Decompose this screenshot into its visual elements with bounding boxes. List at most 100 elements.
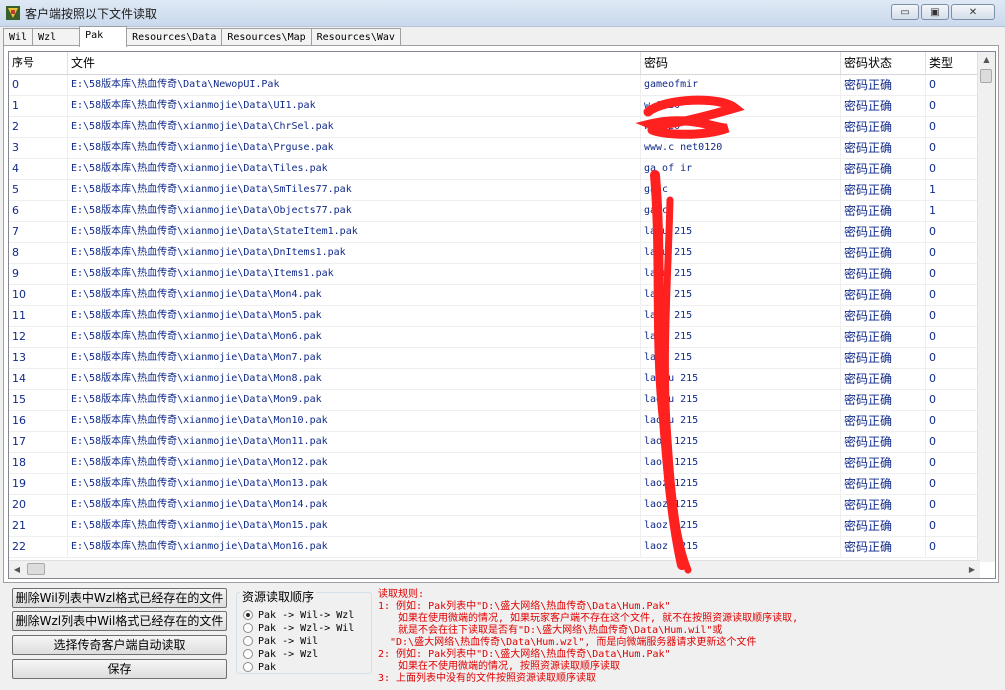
save-button[interactable]: 保存 bbox=[12, 659, 227, 679]
table-row[interactable]: 16 E:\58版本库\热血传奇\xianmojie\Data\Mon10.pak… bbox=[9, 411, 980, 432]
cell-index: 1 bbox=[9, 96, 68, 116]
vertical-scroll-thumb[interactable] bbox=[980, 69, 992, 83]
table-row[interactable]: 6 E:\58版本库\热血传奇\xianmojie\Data\Objects77.… bbox=[9, 201, 980, 222]
cell-type: 1 bbox=[926, 201, 980, 221]
cell-index: 22 bbox=[9, 537, 68, 557]
cell-file: E:\58版本库\热血传奇\xianmojie\Data\UI1.pak bbox=[68, 96, 641, 116]
cell-type: 0 bbox=[926, 117, 980, 137]
cell-status: 密码正确 bbox=[841, 327, 926, 347]
cell-password: la hu 215 bbox=[641, 369, 841, 389]
cell-password: la u 215 bbox=[641, 243, 841, 263]
column-index[interactable]: 序号 bbox=[9, 52, 68, 74]
cell-index: 5 bbox=[9, 180, 68, 200]
tab-resources-map[interactable]: Resources\Map bbox=[221, 28, 312, 46]
table-row[interactable]: 13 E:\58版本库\热血传奇\xianmojie\Data\Mon7.pak l… bbox=[9, 348, 980, 369]
auto-read-client-button[interactable]: 选择传奇客户端自动读取 bbox=[12, 635, 227, 655]
minimize-button[interactable]: ▭ bbox=[891, 4, 919, 20]
cell-file: E:\58版本库\热血传奇\Data\NewopUI.Pak bbox=[68, 75, 641, 95]
scroll-left-icon[interactable]: ◀ bbox=[9, 561, 25, 578]
cell-status: 密码正确 bbox=[841, 138, 926, 158]
column-file[interactable]: 文件 bbox=[68, 52, 641, 74]
cell-status: 密码正确 bbox=[841, 453, 926, 473]
list-rows: 0 E:\58版本库\热血传奇\Data\NewopUI.Pak gameofmir… bbox=[9, 75, 980, 558]
tab-resources-data[interactable]: Resources\Data bbox=[126, 28, 223, 46]
table-row[interactable]: 19 E:\58版本库\热血传奇\xianmojie\Data\Mon13.pak… bbox=[9, 474, 980, 495]
horizontal-scrollbar[interactable]: ◀ ▶ bbox=[9, 560, 980, 578]
cell-password: lao u 215 bbox=[641, 411, 841, 431]
radio-button-icon[interactable] bbox=[243, 610, 253, 620]
cell-type: 0 bbox=[926, 516, 980, 536]
radio-button-icon[interactable] bbox=[243, 623, 253, 633]
read-order-title: 资源读取顺序 bbox=[240, 588, 317, 605]
cell-file: E:\58版本库\热血传奇\xianmojie\Data\Items1.pak bbox=[68, 264, 641, 284]
cell-status: 密码正确 bbox=[841, 222, 926, 242]
read-order-option-label: Pak -> Wil bbox=[258, 635, 319, 647]
tab-resources-wav[interactable]: Resources\Wav bbox=[310, 28, 401, 46]
table-row[interactable]: 1 E:\58版本库\热血传奇\xianmojie\Data\UI1.pak w 0… bbox=[9, 96, 980, 117]
cell-type: 1 bbox=[926, 180, 980, 200]
table-row[interactable]: 7 E:\58版本库\热血传奇\xianmojie\Data\StateItem1… bbox=[9, 222, 980, 243]
delete-wil-duplicates-button[interactable]: 删除Wil列表中Wzl格式已经存在的文件 bbox=[12, 588, 227, 608]
cell-password: laoz 1215 bbox=[641, 432, 841, 452]
table-row[interactable]: 21 E:\58版本库\热血传奇\xianmojie\Data\Mon15.pak… bbox=[9, 516, 980, 537]
radio-button-icon[interactable] bbox=[243, 636, 253, 646]
read-order-option[interactable]: Pak -> Wil bbox=[243, 635, 318, 647]
table-row[interactable]: 15 E:\58版本库\热血传奇\xianmojie\Data\Mon9.pak l… bbox=[9, 390, 980, 411]
read-order-option-label: Pak -> Wzl bbox=[258, 648, 319, 660]
radio-button-icon[interactable] bbox=[243, 649, 253, 659]
delete-wzl-duplicates-button[interactable]: 删除Wzl列表中Wil格式已经存在的文件 bbox=[12, 611, 227, 631]
cell-type: 0 bbox=[926, 222, 980, 242]
file-list[interactable]: 序号 文件 密码 密码状态 类型 0 E:\58版本库\热血传奇\Data\New… bbox=[8, 51, 996, 579]
table-row[interactable]: 17 E:\58版本库\热血传奇\xianmojie\Data\Mon11.pak… bbox=[9, 432, 980, 453]
table-row[interactable]: 20 E:\58版本库\热血传奇\xianmojie\Data\Mon14.pak… bbox=[9, 495, 980, 516]
column-password[interactable]: 密码 bbox=[641, 52, 841, 74]
read-order-option[interactable]: Pak -> Wzl-> Wil bbox=[243, 622, 354, 634]
cell-index: 18 bbox=[9, 453, 68, 473]
read-order-option[interactable]: Pak -> Wzl bbox=[243, 648, 318, 660]
cell-status: 密码正确 bbox=[841, 75, 926, 95]
cell-type: 0 bbox=[926, 495, 980, 515]
vertical-scrollbar[interactable]: ▲ bbox=[977, 52, 995, 562]
cell-status: 密码正确 bbox=[841, 369, 926, 389]
table-row[interactable]: 12 E:\58版本库\热血传奇\xianmojie\Data\Mon6.pak l… bbox=[9, 327, 980, 348]
table-row[interactable]: 4 E:\58版本库\热血传奇\xianmojie\Data\Tiles.pak g… bbox=[9, 159, 980, 180]
tab-pak[interactable]: Pak bbox=[79, 26, 128, 47]
rule-line: 3: 上面列表中没有的文件按照资源读取顺序读取 bbox=[378, 673, 597, 684]
cell-password: la u 215 bbox=[641, 264, 841, 284]
cell-password: gameofmir bbox=[641, 75, 841, 95]
cell-type: 0 bbox=[926, 537, 980, 557]
table-row[interactable]: 11 E:\58版本库\热血传奇\xianmojie\Data\Mon5.pak l… bbox=[9, 306, 980, 327]
cell-index: 16 bbox=[9, 411, 68, 431]
read-order-option[interactable]: Pak -> Wil-> Wzl bbox=[243, 609, 354, 621]
table-row[interactable]: 9 E:\58版本库\热血传奇\xianmojie\Data\Items1.pak… bbox=[9, 264, 980, 285]
maximize-button[interactable]: ▣ bbox=[921, 4, 949, 20]
column-type[interactable]: 类型 bbox=[926, 52, 980, 74]
close-button[interactable]: ✕ bbox=[951, 4, 995, 20]
table-row[interactable]: 2 E:\58版本库\热血传奇\xianmojie\Data\ChrSel.pak… bbox=[9, 117, 980, 138]
table-row[interactable]: 3 E:\58版本库\热血传奇\xianmojie\Data\Prguse.pak… bbox=[9, 138, 980, 159]
horizontal-scroll-thumb[interactable] bbox=[27, 563, 45, 575]
table-row[interactable]: 18 E:\58版本库\热血传奇\xianmojie\Data\Mon12.pak… bbox=[9, 453, 980, 474]
table-row[interactable]: 8 E:\58版本库\热血传奇\xianmojie\Data\DnItems1.p… bbox=[9, 243, 980, 264]
scroll-right-icon[interactable]: ▶ bbox=[964, 561, 980, 578]
radio-button-icon[interactable] bbox=[243, 662, 253, 672]
cell-index: 3 bbox=[9, 138, 68, 158]
table-row[interactable]: 14 E:\58版本库\热血传奇\xianmojie\Data\Mon8.pak l… bbox=[9, 369, 980, 390]
cell-status: 密码正确 bbox=[841, 495, 926, 515]
cell-file: E:\58版本库\热血传奇\xianmojie\Data\Objects77.p… bbox=[68, 201, 641, 221]
cell-type: 0 bbox=[926, 348, 980, 368]
read-order-option[interactable]: Pak bbox=[243, 661, 276, 673]
table-row[interactable]: 22 E:\58版本库\热血传奇\xianmojie\Data\Mon16.pak… bbox=[9, 537, 980, 558]
tab-wil[interactable]: Wil bbox=[3, 28, 34, 46]
cell-file: E:\58版本库\热血传奇\xianmojie\Data\Mon16.pak bbox=[68, 537, 641, 557]
table-row[interactable]: 5 E:\58版本库\热血传奇\xianmojie\Data\SmTiles77.… bbox=[9, 180, 980, 201]
cell-type: 0 bbox=[926, 474, 980, 494]
tab-wzl[interactable]: Wzl bbox=[32, 28, 81, 46]
cell-status: 密码正确 bbox=[841, 264, 926, 284]
scroll-up-icon[interactable]: ▲ bbox=[978, 52, 995, 68]
cell-file: E:\58版本库\热血传奇\xianmojie\Data\ChrSel.pak bbox=[68, 117, 641, 137]
cell-type: 0 bbox=[926, 138, 980, 158]
table-row[interactable]: 10 E:\58版本库\热血传奇\xianmojie\Data\Mon4.pak l… bbox=[9, 285, 980, 306]
table-row[interactable]: 0 E:\58版本库\热血传奇\Data\NewopUI.Pak gameofmir… bbox=[9, 75, 980, 96]
column-status[interactable]: 密码状态 bbox=[841, 52, 926, 74]
